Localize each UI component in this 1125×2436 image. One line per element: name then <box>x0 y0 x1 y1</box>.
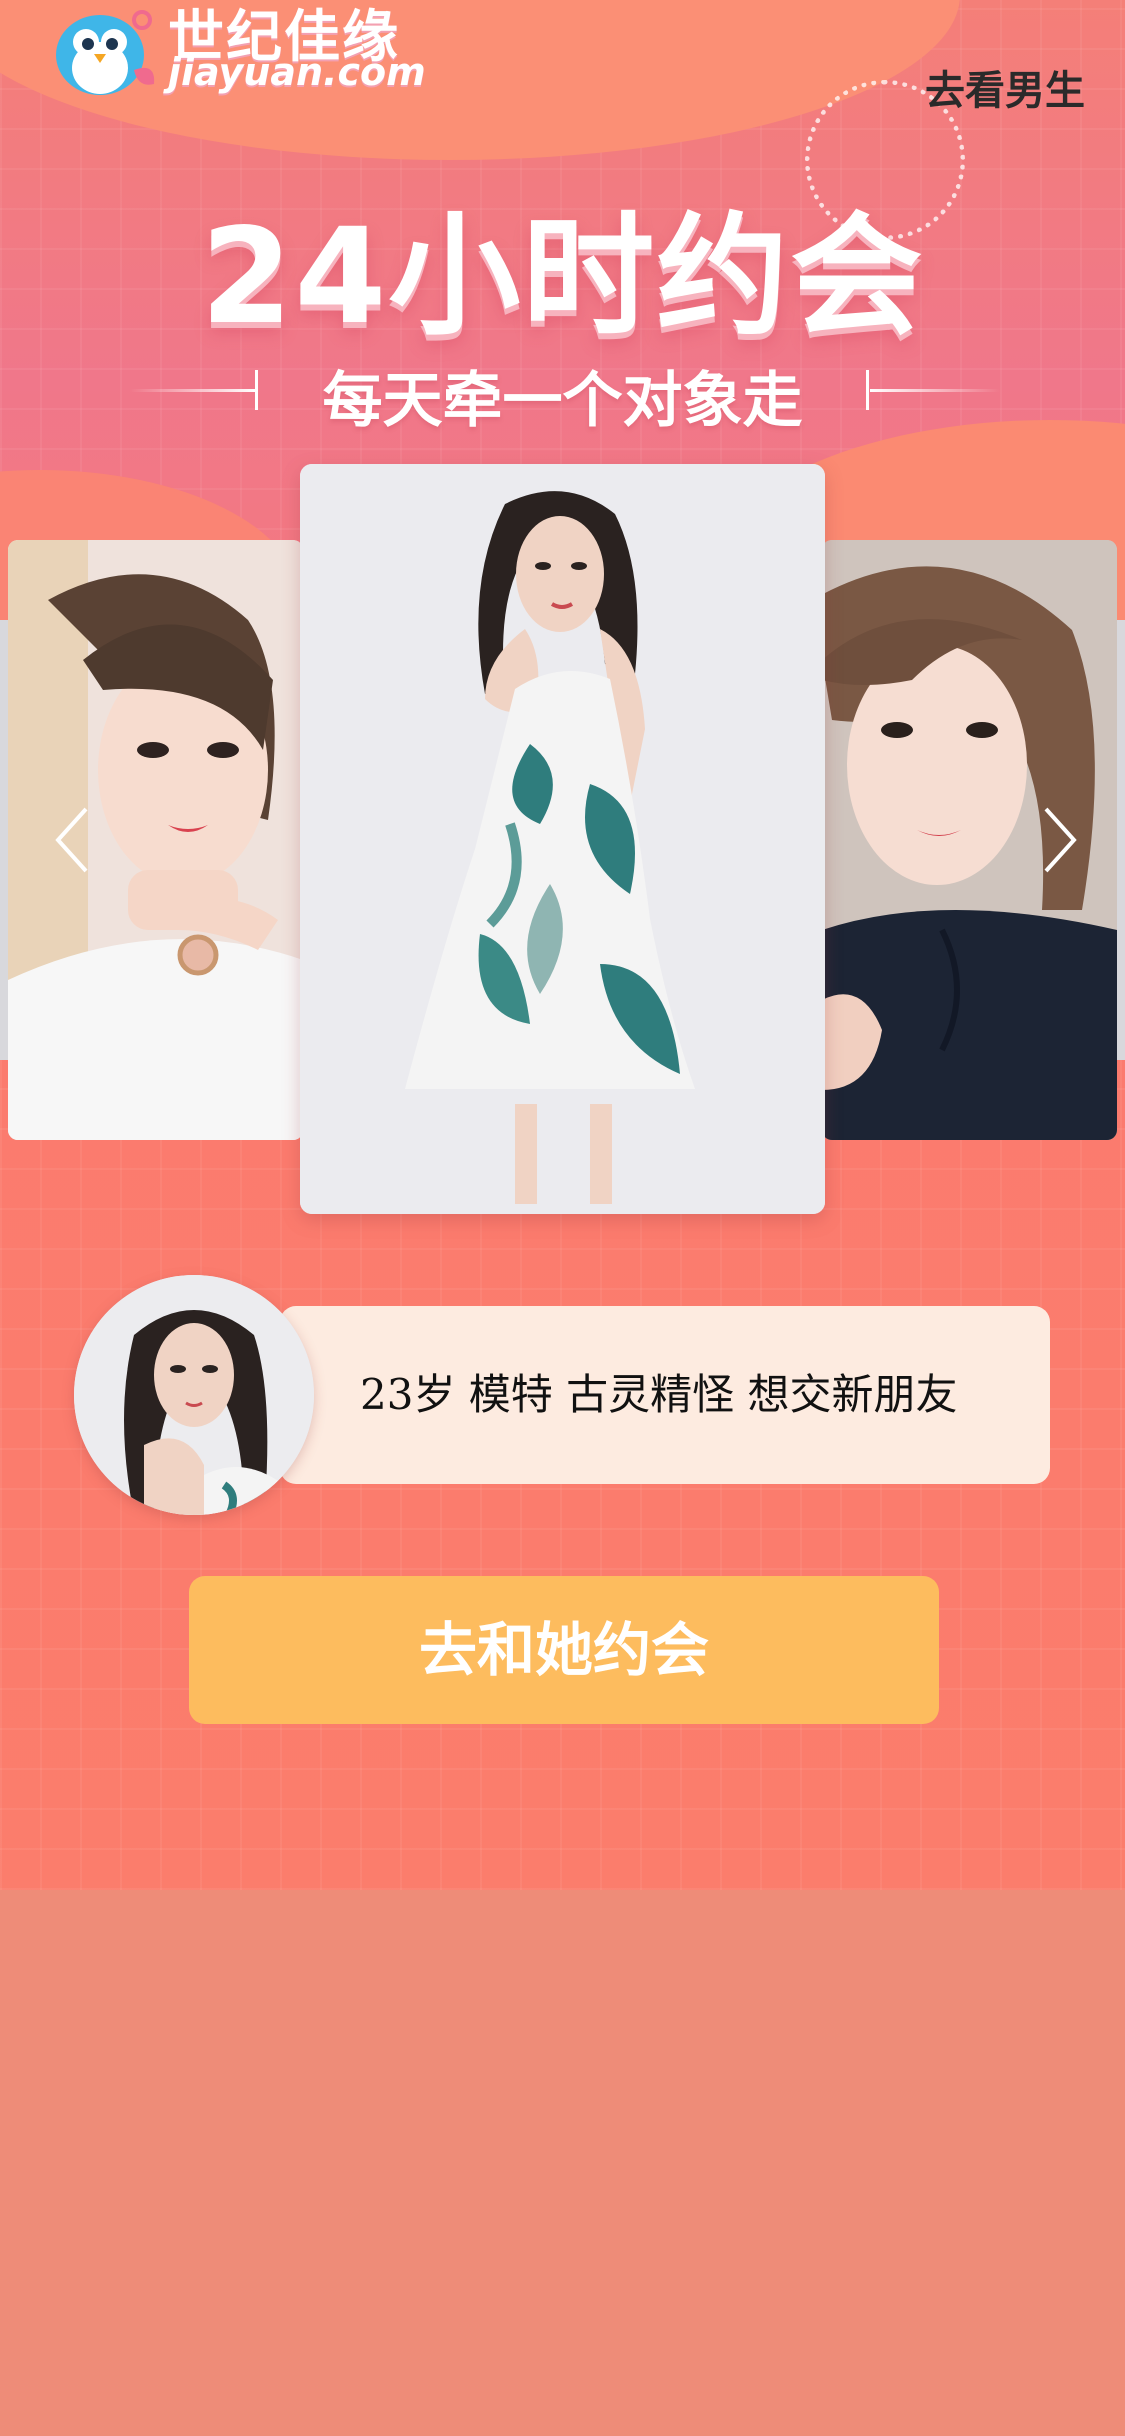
penguin-mascot-icon <box>56 10 155 95</box>
decor-line <box>870 389 1000 392</box>
carousel-edge <box>0 620 8 1060</box>
page-title: 24小时约会 <box>200 200 925 354</box>
carousel-prev-arrow[interactable] <box>52 805 92 886</box>
chevron-right-icon <box>1044 807 1077 873</box>
carousel-next-arrow[interactable] <box>1040 805 1080 886</box>
page-subtitle: 每天牵一个对象走 <box>322 366 803 436</box>
go-male-link[interactable]: 去看男生 <box>925 58 1085 116</box>
photo-card-current[interactable] <box>300 464 825 1214</box>
brand-name-en: jiayuan.com <box>168 50 426 94</box>
decor-line <box>866 370 869 410</box>
hero-section: 世纪佳缘 jiayuan.com 去看男生 24小时约会 每天牵一个对象走 23… <box>0 0 1125 1890</box>
woman-fullbody-photo <box>300 464 825 1214</box>
brand-logo[interactable]: 世纪佳缘 jiayuan.com <box>38 0 426 100</box>
woman-avatar-photo <box>74 1275 314 1515</box>
carousel-edge <box>1117 620 1125 1060</box>
chevron-left-icon <box>55 807 88 873</box>
profile-info-card: 23岁 模特 古灵精怪 想交新朋友 <box>280 1306 1050 1484</box>
subtitle-row: 每天牵一个对象走 <box>0 352 1125 436</box>
avatar[interactable] <box>74 1275 314 1515</box>
profile-description: 23岁 模特 古灵精怪 想交新朋友 <box>360 1370 958 1419</box>
date-her-button[interactable]: 去和她约会 <box>189 1576 939 1724</box>
